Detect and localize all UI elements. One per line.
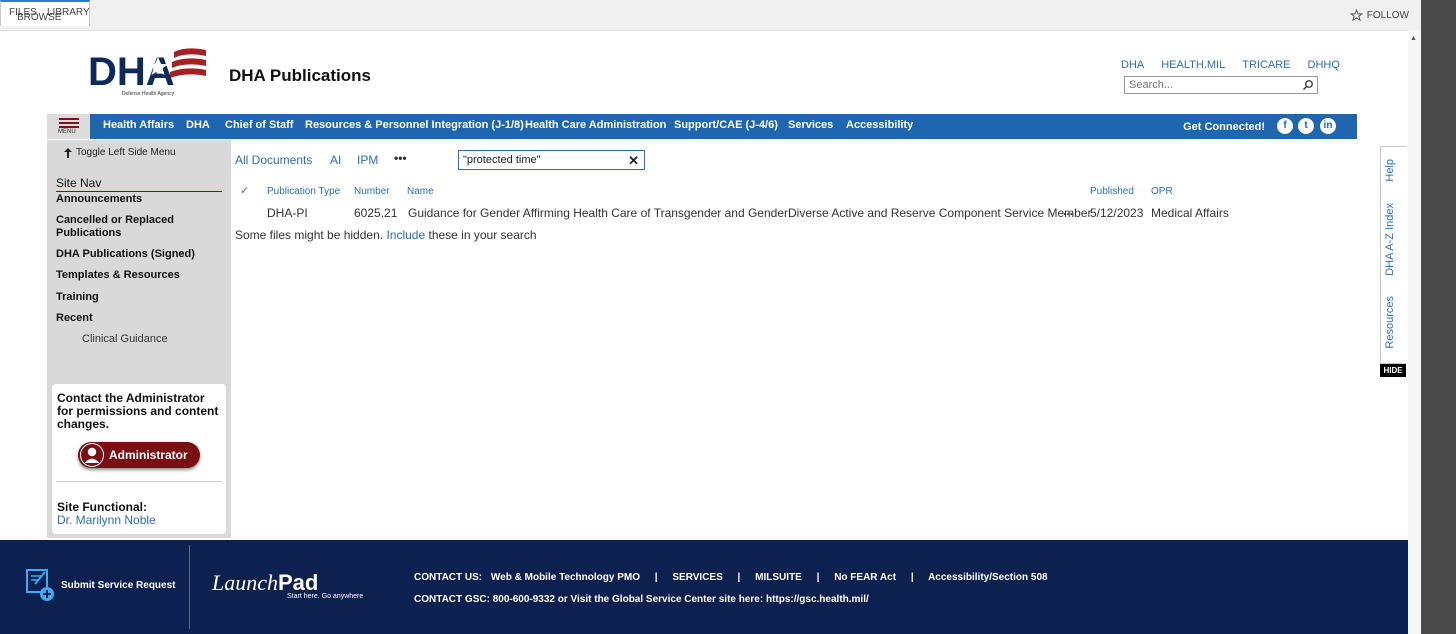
link-accessibility-508[interactable]: Accessibility/Section 508 — [928, 572, 1048, 583]
scroll-up-icon[interactable]: ▲ — [1410, 35, 1417, 42]
external-links: DHA HEALTH.MIL TRICARE DHHQ — [1121, 59, 1340, 71]
submit-service-request-label: Submit Service Request — [61, 579, 176, 591]
administrator-button[interactable]: Administrator — [78, 442, 200, 468]
link-web-mobile-pmo[interactable]: Web & Mobile Technology PMO — [491, 572, 640, 583]
site-functional-label: Site Functional: — [57, 500, 147, 514]
cell-opr: Medical Affairs — [1151, 206, 1229, 220]
sidebar-item-recent[interactable]: Recent — [56, 312, 216, 325]
cell-number: 6025.21 — [354, 206, 398, 220]
sidebar-item-clinical-guidance[interactable]: Clinical Guidance — [82, 333, 168, 345]
link-services[interactable]: SERVICES — [672, 572, 722, 583]
column-header-opr[interactable]: OPR — [1151, 186, 1173, 197]
link-health-mil[interactable]: HEALTH.MIL — [1161, 59, 1225, 71]
hidden-note-prefix: Some files might be hidden. — [235, 228, 384, 242]
hidden-files-note: Some files might be hidden. Include thes… — [235, 228, 537, 242]
twitter-icon[interactable]: t — [1298, 118, 1314, 134]
administrator-label: Administrator — [109, 448, 188, 462]
column-header-publication-type[interactable]: Publication Type — [267, 186, 340, 197]
column-header-name[interactable]: Name — [407, 186, 434, 197]
contact-admin-text: Contact the Administrator for permission… — [57, 391, 219, 431]
nav-services[interactable]: Services — [788, 119, 833, 131]
link-milsuite[interactable]: MILSUITE — [755, 572, 802, 583]
arrow-up-icon — [64, 147, 72, 158]
side-tab-az-index[interactable]: DHA A-Z Index — [1384, 203, 1396, 276]
sidebar-item-dha-publications-signed[interactable]: DHA Publications (Signed) — [56, 248, 216, 261]
launchpad-wordmark: LaunchPad — [212, 570, 319, 595]
row-menu-icon[interactable]: ... — [1063, 204, 1073, 218]
top-navigation: MENU Health Affairs DHA Chief of Staff R… — [47, 114, 1357, 139]
sidebar-item-templates-resources[interactable]: Templates & Resources — [56, 269, 216, 282]
contact-gsc-text: CONTACT GSC: 800-600-9332 or Visit the G… — [414, 594, 869, 605]
submit-service-request-button[interactable]: Submit Service Request — [25, 568, 175, 602]
search-icon[interactable] — [1302, 79, 1314, 91]
logo-subtext: Defense Health Agency — [122, 91, 175, 97]
document-search-input[interactable] — [459, 151, 627, 169]
nav-chief-of-staff[interactable]: Chief of Staff — [225, 119, 293, 131]
sidebar-item-announcements[interactable]: Announcements — [56, 193, 216, 206]
ribbon-bar: BROWSE FILES LIBRARY FOLLOW — [0, 0, 1421, 31]
site-search-input[interactable] — [1125, 77, 1303, 93]
contact-admin-card: Contact the Administrator for permission… — [52, 384, 226, 534]
get-connected-label: Get Connected! — [1183, 121, 1265, 133]
nav-accessibility[interactable]: Accessibility — [846, 119, 913, 131]
site-functional-contact-link[interactable]: Dr. Marilynn Noble — [57, 513, 156, 527]
document-search: ✕ — [458, 150, 645, 170]
link-dha[interactable]: DHA — [1121, 59, 1144, 71]
window-edge — [1421, 0, 1456, 634]
menu-button[interactable]: MENU — [47, 114, 90, 139]
launchpad-logo[interactable]: LaunchPad Start here. Go anywhere — [212, 570, 363, 600]
launchpad-tagline: Start here. Go anywhere — [287, 593, 364, 600]
dha-logo[interactable]: DHA Defense Health Agency — [88, 46, 208, 100]
link-no-fear-act[interactable]: No FEAR Act — [834, 572, 896, 583]
linkedin-icon[interactable]: in — [1320, 118, 1336, 134]
nav-health-care-admin[interactable]: Health Care Administration — [525, 119, 666, 131]
toggle-left-menu-label: Toggle Left Side Menu — [76, 147, 176, 158]
cell-published: 5/12/2023 — [1090, 206, 1144, 220]
select-all-checkbox[interactable]: ✓ — [240, 184, 249, 197]
user-avatar-icon — [80, 443, 104, 467]
sidebar-item-cancelled-replaced[interactable]: Cancelled or Replaced Publications — [56, 214, 216, 240]
toggle-left-menu[interactable]: Toggle Left Side Menu — [64, 147, 176, 158]
page-footer: Submit Service Request LaunchPad Start h… — [0, 540, 1408, 634]
side-tabs-panel: Help DHA A-Z Index Resources — [1380, 146, 1406, 364]
hide-side-tabs-button[interactable]: HIDE — [1380, 364, 1406, 377]
star-icon — [1349, 9, 1363, 22]
facebook-icon[interactable]: f — [1277, 118, 1293, 134]
cell-publication-type: DHA-PI — [267, 206, 308, 220]
view-ai[interactable]: AI — [330, 153, 341, 167]
include-link[interactable]: Include — [386, 228, 425, 242]
menu-label: MENU — [58, 129, 76, 135]
nav-dha[interactable]: DHA — [186, 119, 210, 131]
sidebar-item-training[interactable]: Training — [56, 291, 216, 304]
tab-files[interactable]: FILES — [9, 7, 37, 19]
follow-button[interactable]: FOLLOW — [1349, 9, 1409, 22]
link-dhhq[interactable]: DHHQ — [1308, 59, 1340, 71]
side-tab-resources[interactable]: Resources — [1384, 296, 1396, 349]
link-tricare[interactable]: TRICARE — [1242, 59, 1290, 71]
site-nav-heading: Site Nav — [56, 176, 222, 192]
view-all-documents[interactable]: All Documents — [235, 153, 312, 167]
contact-us-links: CONTACT US: Web & Mobile Technology PMO … — [414, 572, 1048, 583]
side-tab-help[interactable]: Help — [1384, 159, 1396, 182]
contact-us-label: CONTACT US: — [414, 572, 483, 583]
nav-health-affairs[interactable]: Health Affairs — [103, 119, 174, 131]
divider — [56, 481, 222, 482]
service-request-icon — [26, 569, 54, 601]
view-ipm[interactable]: IPM — [357, 153, 378, 167]
tab-library[interactable]: LIBRARY — [47, 7, 90, 19]
more-views-icon[interactable]: ••• — [394, 151, 407, 165]
clear-search-icon[interactable]: ✕ — [628, 153, 639, 169]
footer-divider — [189, 545, 190, 629]
site-search — [1124, 76, 1318, 94]
nav-support-cae[interactable]: Support/CAE (J-4/6) — [674, 119, 778, 131]
hidden-note-suffix: these in your search — [428, 228, 537, 242]
column-header-number[interactable]: Number — [354, 186, 390, 197]
follow-label: FOLLOW — [1366, 10, 1409, 21]
page-scrollbar[interactable]: ▲ — [1408, 30, 1421, 634]
left-side-menu: Toggle Left Side Menu Site Nav Announcem… — [47, 140, 231, 538]
page-title: DHA Publications — [229, 66, 371, 85]
nav-resources-personnel[interactable]: Resources & Personnel Integration (J-1/8… — [305, 119, 524, 131]
cell-name-link[interactable]: Guidance for Gender Affirming Health Car… — [408, 206, 1091, 220]
column-header-published[interactable]: Published — [1090, 186, 1134, 197]
